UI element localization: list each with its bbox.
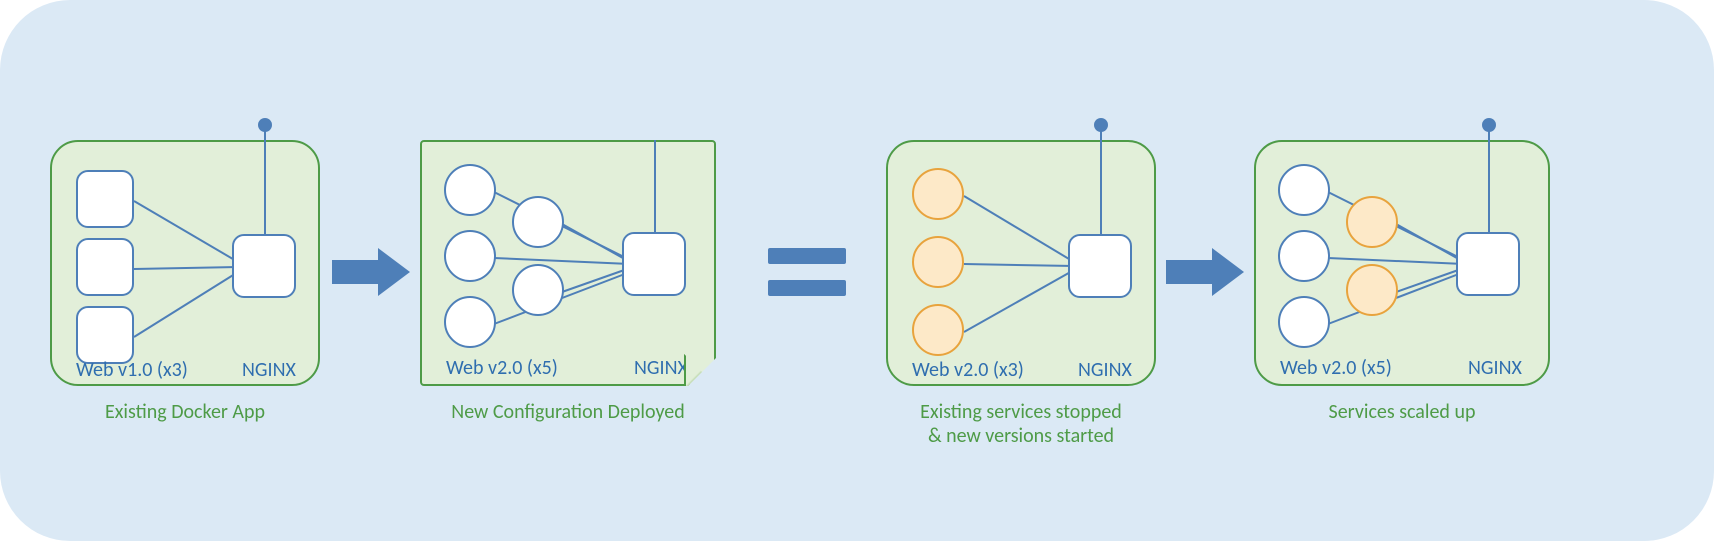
web-node-5 bbox=[1278, 296, 1330, 348]
antenna-dot bbox=[1094, 118, 1108, 132]
arrow-right-2 bbox=[1166, 248, 1244, 296]
caption-new-config: New Configuration Deployed bbox=[420, 400, 716, 424]
antenna-dot bbox=[1482, 118, 1496, 132]
web-node-4 bbox=[512, 264, 564, 316]
nginx-node bbox=[622, 232, 686, 296]
web-label: Web v1.0 (x3) bbox=[76, 358, 188, 382]
antenna-dot bbox=[258, 118, 272, 132]
antenna-line bbox=[1488, 126, 1490, 232]
web-node-1 bbox=[76, 170, 134, 228]
diagram-canvas: Web v1.0 (x3) NGINX Existing Docker App … bbox=[0, 0, 1714, 541]
antenna-line bbox=[264, 126, 266, 234]
caption-stopped: Existing services stopped & new versions… bbox=[866, 400, 1176, 448]
panel-new-config: Web v2.0 (x5) NGINX bbox=[420, 140, 716, 386]
caption-existing: Existing Docker App bbox=[50, 400, 320, 424]
panel-existing: Web v1.0 (x3) NGINX bbox=[50, 140, 320, 386]
web-node-2-new bbox=[912, 236, 964, 288]
panel-stopped: Web v2.0 (x3) NGINX bbox=[886, 140, 1156, 386]
equals-sign bbox=[768, 242, 846, 302]
nginx-node bbox=[1068, 234, 1132, 298]
web-node-1 bbox=[444, 164, 496, 216]
web-node-1 bbox=[1278, 164, 1330, 216]
web-label: Web v2.0 (x5) bbox=[446, 356, 558, 380]
web-node-2-new bbox=[1346, 196, 1398, 248]
web-node-3-new bbox=[912, 304, 964, 356]
web-node-1-new bbox=[912, 168, 964, 220]
web-node-3 bbox=[1278, 230, 1330, 282]
nginx-node bbox=[232, 234, 296, 298]
web-node-2 bbox=[512, 196, 564, 248]
antenna-dot bbox=[648, 118, 662, 132]
nginx-label: NGINX bbox=[242, 358, 296, 382]
web-node-3 bbox=[444, 230, 496, 282]
arrow-right-1 bbox=[332, 248, 410, 296]
web-node-5 bbox=[444, 296, 496, 348]
web-node-3 bbox=[76, 306, 134, 364]
nginx-label: NGINX bbox=[634, 356, 688, 380]
antenna-line bbox=[654, 126, 656, 232]
nginx-label: NGINX bbox=[1078, 358, 1132, 382]
antenna-line bbox=[1100, 126, 1102, 234]
web-label: Web v2.0 (x5) bbox=[1280, 356, 1392, 380]
web-node-4-new bbox=[1346, 264, 1398, 316]
web-label: Web v2.0 (x3) bbox=[912, 358, 1024, 382]
web-node-2 bbox=[76, 238, 134, 296]
nginx-node bbox=[1456, 232, 1520, 296]
caption-scaled: Services scaled up bbox=[1254, 400, 1550, 424]
nginx-label: NGINX bbox=[1468, 356, 1522, 380]
panel-scaled: Web v2.0 (x5) NGINX bbox=[1254, 140, 1550, 386]
